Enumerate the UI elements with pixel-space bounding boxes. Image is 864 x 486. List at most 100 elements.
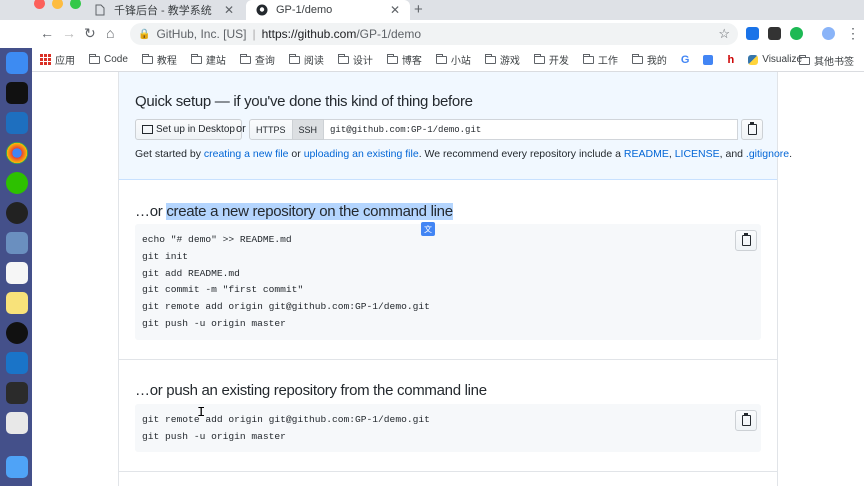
readme-link[interactable]: README: [624, 148, 669, 160]
copy-create-commands-button[interactable]: [735, 230, 757, 251]
vs-icon[interactable]: [6, 352, 28, 374]
bookmark-apps[interactable]: 应用: [40, 52, 75, 67]
calendar-icon[interactable]: [6, 262, 28, 284]
address-bar[interactable]: 🔒 GitHub, Inc. [US] | https://github.com…: [130, 23, 738, 45]
menu-icon[interactable]: ⋮: [846, 25, 860, 41]
ssh-toggle[interactable]: SSH: [292, 119, 325, 140]
bookmark-develop[interactable]: 开发: [533, 52, 569, 67]
create-repo-code: echo "# demo" >> README.md git init git …: [142, 234, 430, 329]
qq-icon[interactable]: [6, 202, 28, 224]
vscode-icon[interactable]: [6, 112, 28, 134]
bookmarks-bar: 应用 Code 教程 建站 查询 阅读 设计 博客 小站 游戏 开发 工作 我的…: [0, 48, 864, 72]
folder-icon: [89, 53, 100, 64]
forward-icon[interactable]: →: [62, 25, 76, 41]
clone-url-input[interactable]: [324, 119, 739, 140]
mac-dock: [0, 48, 32, 486]
activity-monitor-icon[interactable]: [6, 382, 28, 404]
bookmark-star-icon[interactable]: ☆: [718, 26, 730, 42]
gitignore-link[interactable]: .gitignore: [746, 148, 789, 160]
notes-icon[interactable]: [6, 292, 28, 314]
address-separator: |: [252, 27, 256, 41]
wechat-icon[interactable]: [6, 172, 28, 194]
bookmark-reading[interactable]: 阅读: [288, 52, 324, 67]
upload-file-link[interactable]: uploading an existing file: [304, 148, 419, 160]
finder-icon[interactable]: [6, 52, 28, 74]
bookmark-h[interactable]: h: [727, 54, 734, 66]
bookmark-work[interactable]: 工作: [582, 52, 618, 67]
folder-dock-icon[interactable]: [6, 456, 28, 478]
push-repo-section: …or push an existing repository from the…: [119, 360, 777, 472]
new-tab-icon[interactable]: +: [414, 1, 423, 18]
bookmark-translate[interactable]: [703, 54, 714, 65]
minimize-window-button[interactable]: [52, 0, 63, 9]
preview-icon[interactable]: [6, 232, 28, 254]
clipboard-icon: [741, 233, 751, 246]
folder-icon: [435, 53, 447, 64]
browser-toolbar: ← → ↻ ⌂ 🔒 GitHub, Inc. [US] | https://gi…: [0, 20, 864, 48]
or-label: or: [236, 123, 246, 135]
copy-push-commands-button[interactable]: [735, 410, 757, 431]
bookmark-build-site[interactable]: 建站: [190, 52, 226, 67]
bookmark-label: 阅读: [303, 56, 324, 67]
back-icon[interactable]: ←: [40, 25, 54, 41]
h-icon: h: [727, 53, 735, 66]
folder-icon: [190, 53, 202, 64]
document-icon: [94, 4, 106, 16]
bookmark-code[interactable]: Code: [89, 53, 128, 65]
extension-circle-icon[interactable]: [790, 27, 803, 40]
clipboard-icon: [747, 122, 757, 135]
bookmark-google[interactable]: G: [681, 54, 690, 66]
google-translate-popup-icon[interactable]: 文: [421, 222, 435, 236]
bookmark-tutorial[interactable]: 教程: [141, 52, 177, 67]
typora-icon[interactable]: [6, 412, 28, 434]
url-path: /GP-1/demo: [356, 27, 422, 41]
profile-avatar[interactable]: [822, 27, 835, 40]
create-repo-title: …or create a new repository on the comma…: [135, 203, 453, 220]
zoom-window-button[interactable]: [70, 0, 81, 9]
reload-icon[interactable]: ↻: [84, 25, 96, 41]
terminal-icon[interactable]: [6, 82, 28, 104]
bookmark-small-site[interactable]: 小站: [435, 52, 471, 67]
close-window-button[interactable]: [34, 0, 45, 9]
push-repo-code-block[interactable]: git remote add origin git@github.com:GP-…: [135, 404, 761, 452]
close-tab-icon[interactable]: ✕: [224, 3, 234, 17]
other-bookmarks[interactable]: 其他书签: [799, 53, 854, 68]
close-tab-icon[interactable]: ✕: [390, 3, 400, 17]
bookmark-label: 开发: [548, 56, 569, 67]
bookmark-design[interactable]: 设计: [337, 52, 373, 67]
bookmark-mine[interactable]: 我的: [631, 52, 667, 67]
bookmark-query[interactable]: 查询: [239, 52, 275, 67]
tab-teaching-system[interactable]: 千锋后台 - 教学系统 ✕: [84, 0, 244, 20]
folder-icon: [631, 53, 643, 64]
obs-icon[interactable]: [6, 322, 28, 344]
or-connector: or: [288, 148, 304, 160]
create-new-file-link[interactable]: creating a new file: [204, 148, 289, 160]
title-prefix: …or: [135, 203, 167, 220]
bookmark-games[interactable]: 游戏: [484, 52, 520, 67]
period: .: [789, 148, 793, 160]
bookmark-label: 设计: [352, 56, 373, 67]
bookmark-visualize[interactable]: Visualize: [748, 54, 802, 65]
setup-desktop-button[interactable]: Set up in Desktop: [135, 119, 242, 140]
bookmark-label: 小站: [450, 56, 471, 67]
url-host: https://github.com: [261, 27, 357, 41]
quick-setup-title: Quick setup — if you've done this kind o…: [135, 93, 473, 110]
https-toggle[interactable]: HTTPS: [249, 119, 293, 140]
clipboard-icon: [741, 413, 751, 426]
extension-x-icon[interactable]: [768, 27, 781, 40]
copy-clone-url-button[interactable]: [741, 119, 763, 140]
folder-icon: [141, 53, 153, 64]
extension-qr-icon[interactable]: [746, 27, 759, 40]
folder-icon: [288, 53, 300, 64]
home-icon[interactable]: ⌂: [106, 25, 114, 41]
bookmark-label: 建站: [205, 56, 226, 67]
site-identity: GitHub, Inc. [US]: [156, 27, 247, 41]
tab-label: GP-1/demo: [276, 4, 333, 16]
chrome-icon[interactable]: [6, 142, 28, 164]
bookmark-label: 博客: [401, 56, 422, 67]
bookmark-blog[interactable]: 博客: [386, 52, 422, 67]
tab-github-demo[interactable]: GP-1/demo ✕: [246, 0, 410, 20]
license-link[interactable]: LICENSE: [675, 148, 720, 160]
create-repo-code-block[interactable]: echo "# demo" >> README.md git init git …: [135, 224, 761, 340]
text-cursor-icon: I: [197, 405, 206, 421]
